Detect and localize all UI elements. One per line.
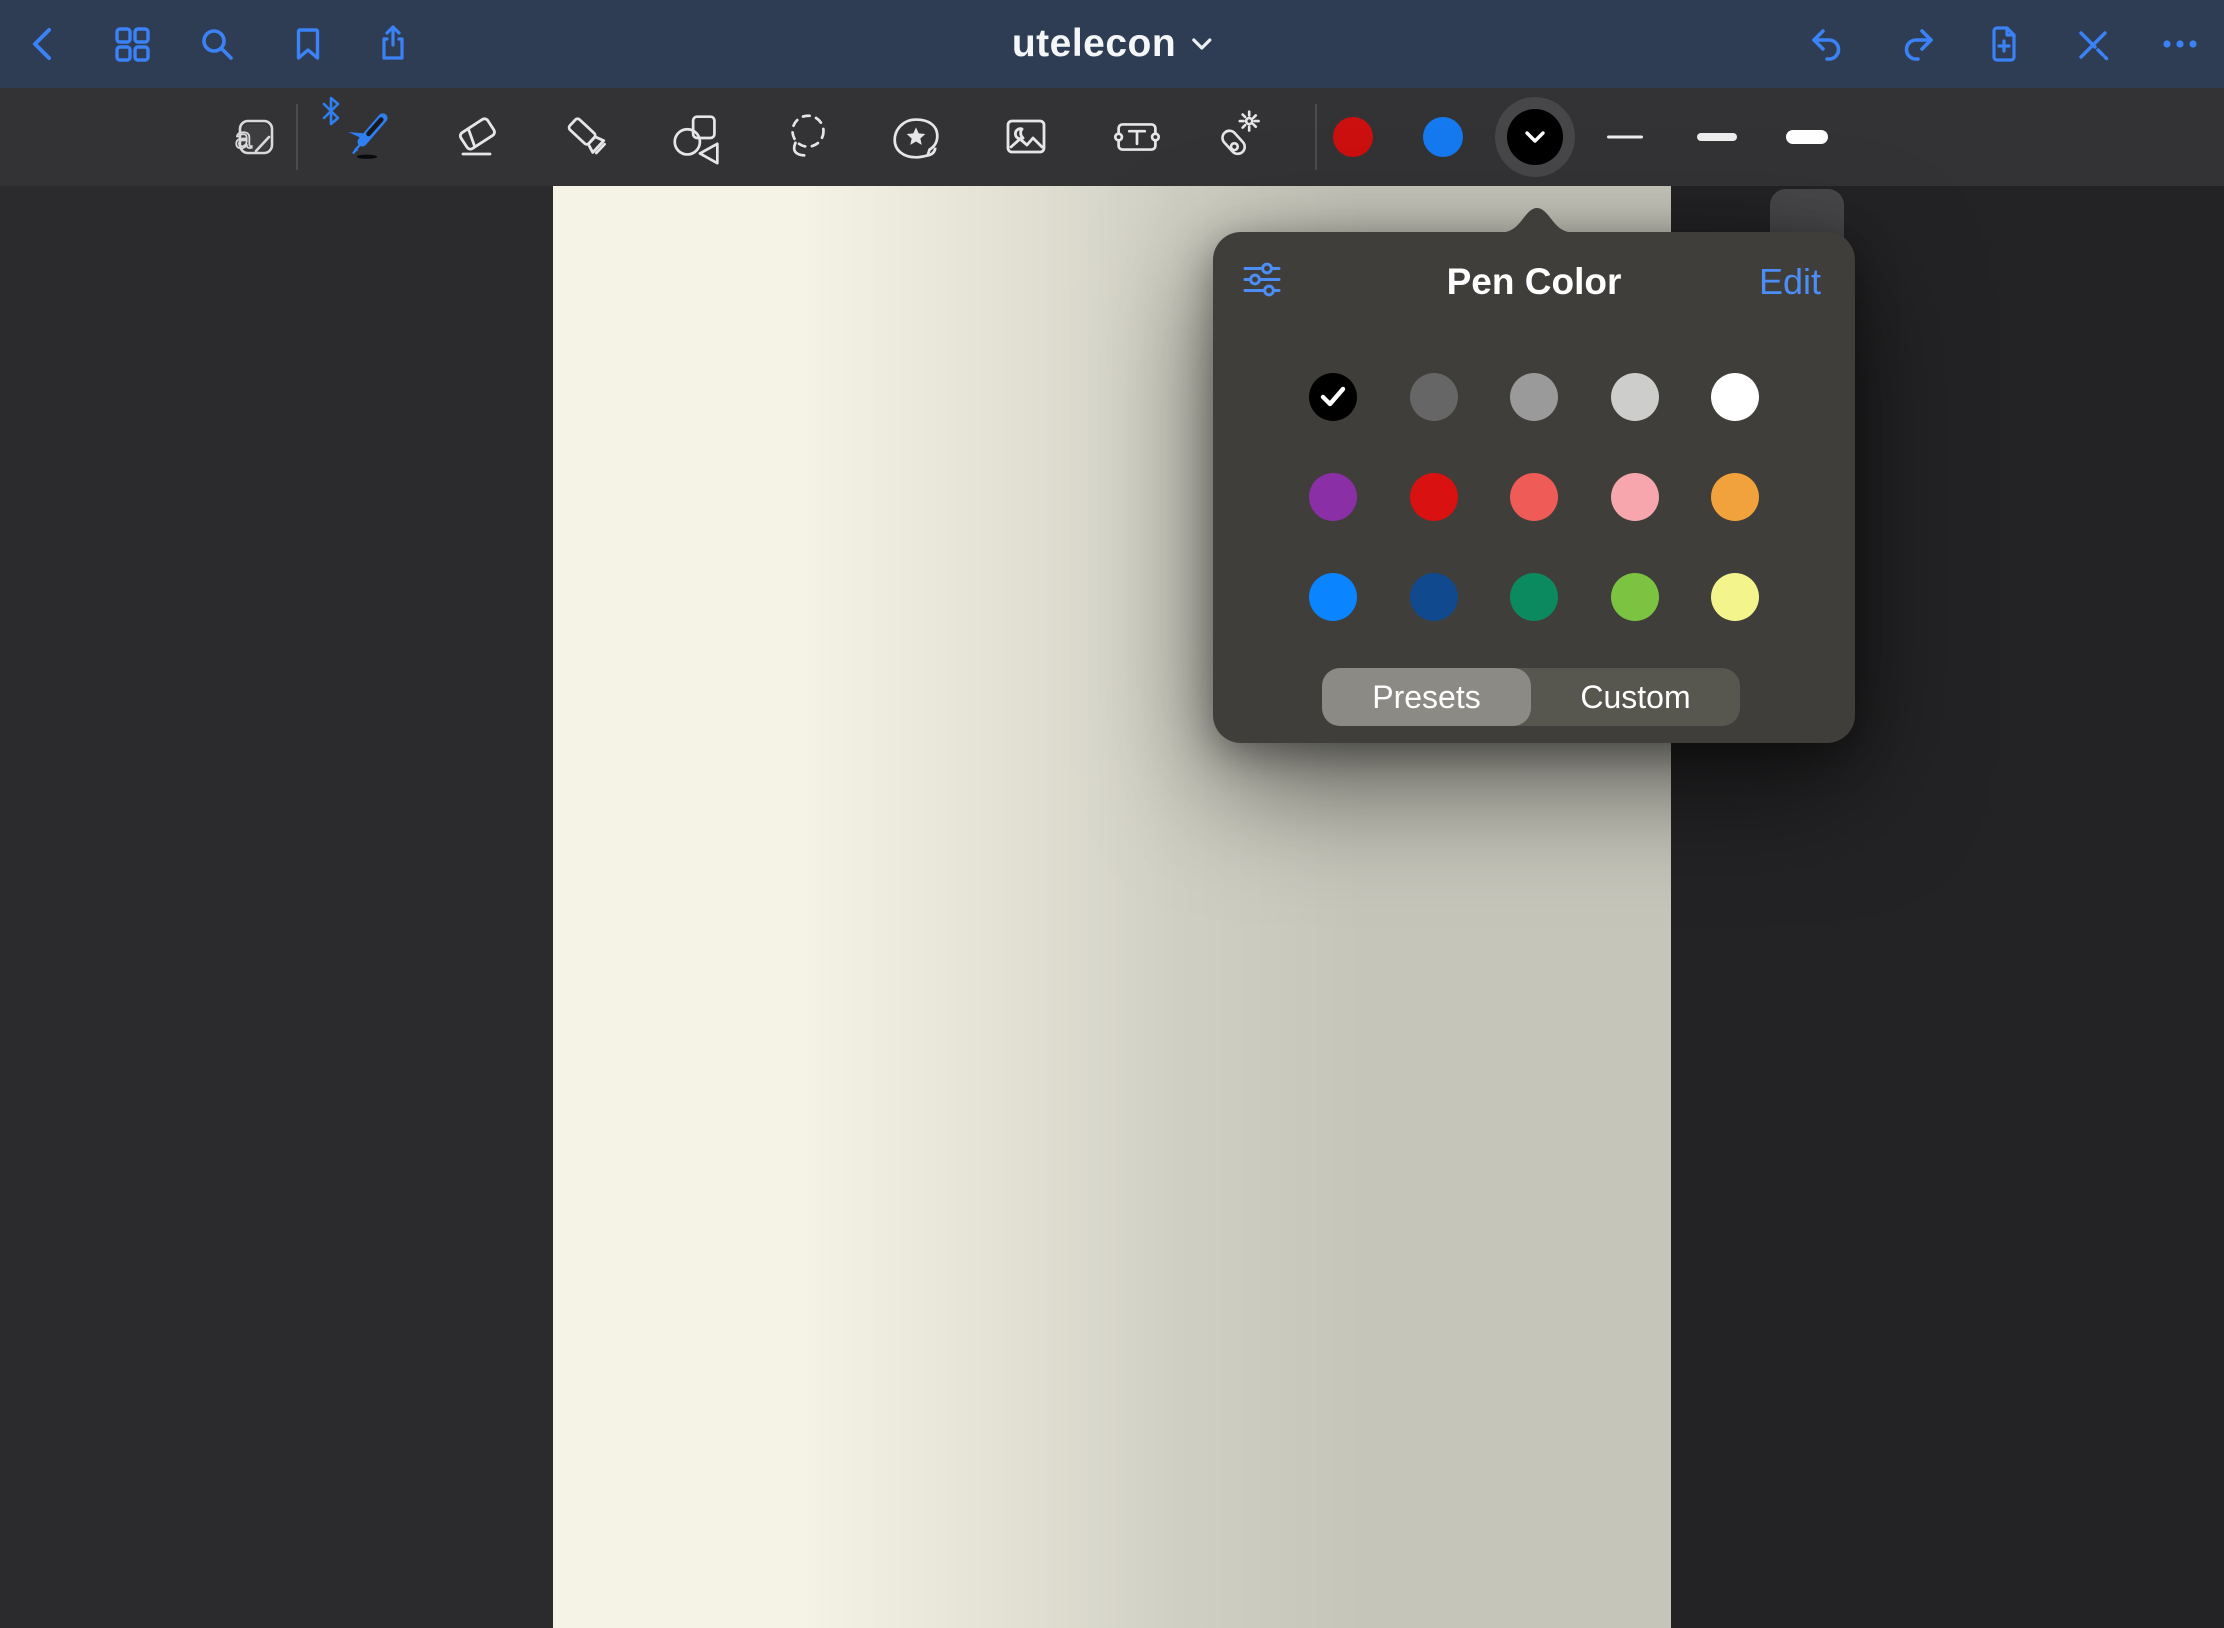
svg-text:a: a [235, 122, 252, 155]
color-swatch-green[interactable] [1611, 573, 1659, 621]
image-tool[interactable] [996, 107, 1056, 167]
pen-settings-sliders-icon[interactable] [1243, 262, 1281, 303]
color-swatch-navy[interactable] [1410, 573, 1458, 621]
zoom-window-tool[interactable]: a [225, 107, 285, 167]
popover-arrow [1497, 207, 1577, 233]
stroke-thin-button[interactable] [1607, 136, 1643, 139]
color-swatch-blue[interactable] [1309, 573, 1357, 621]
check-icon [1320, 386, 1346, 408]
stroke-thick-button[interactable] [1786, 130, 1828, 144]
pointer-tool[interactable] [1207, 107, 1267, 167]
top-navigation-bar: utelecon [0, 0, 2224, 88]
canvas-area [0, 186, 2224, 1628]
stylus-mode-icon[interactable] [2069, 21, 2115, 67]
stroke-medium-button[interactable] [1697, 133, 1737, 141]
toolbar-separator [296, 104, 298, 170]
color-swatch-purple[interactable] [1309, 473, 1357, 521]
quick-color-black [1507, 109, 1563, 165]
pen-tool[interactable] [337, 107, 397, 167]
color-swatch-red[interactable] [1410, 473, 1458, 521]
chevron-down-icon [1524, 130, 1546, 144]
document-title[interactable]: utelecon [1012, 22, 1212, 66]
color-swatch-teal[interactable] [1510, 573, 1558, 621]
bookmark-icon[interactable] [285, 21, 331, 67]
quick-color-black-selected[interactable] [1495, 97, 1575, 177]
back-icon[interactable] [21, 21, 67, 67]
document-title-label: utelecon [1012, 22, 1176, 66]
color-swatch-pink[interactable] [1611, 473, 1659, 521]
text-tool[interactable] [1107, 107, 1167, 167]
edit-button[interactable]: Edit [1759, 261, 1821, 303]
color-swatch-white[interactable] [1711, 373, 1759, 421]
presets-custom-segmented-control: Presets Custom [1322, 668, 1740, 726]
search-icon[interactable] [194, 21, 240, 67]
chevron-down-icon [1192, 38, 1212, 51]
color-swatch-coral[interactable] [1510, 473, 1558, 521]
lasso-tool[interactable] [778, 107, 838, 167]
color-swatch-light-gray[interactable] [1611, 373, 1659, 421]
popover-title: Pen Color [1447, 261, 1622, 303]
redo-icon[interactable] [1894, 21, 1940, 67]
tab-custom[interactable]: Custom [1531, 668, 1740, 726]
swatch-row-1 [1309, 373, 1759, 421]
undo-icon[interactable] [1805, 21, 1851, 67]
swatch-row-2 [1309, 473, 1759, 521]
bluetooth-icon [319, 95, 343, 127]
elements-tool[interactable] [886, 107, 946, 167]
share-icon[interactable] [370, 21, 416, 67]
color-swatch-dark-gray[interactable] [1410, 373, 1458, 421]
add-page-icon[interactable] [1981, 21, 2027, 67]
swatch-row-3 [1309, 573, 1759, 621]
eraser-tool[interactable] [448, 107, 508, 167]
color-swatch-orange[interactable] [1711, 473, 1759, 521]
drawing-toolbar: a [0, 88, 2224, 186]
app-screen: utelecon a [0, 0, 2224, 1628]
highlighter-tool[interactable] [558, 107, 618, 167]
pen-color-popover: Pen Color Edit Presets [1213, 232, 1855, 743]
color-swatch-black-selected[interactable] [1309, 373, 1357, 421]
color-swatch-gray[interactable] [1510, 373, 1558, 421]
tab-presets[interactable]: Presets [1322, 668, 1531, 726]
grid-icon[interactable] [109, 21, 155, 67]
more-icon[interactable] [2157, 21, 2203, 67]
color-swatch-yellow[interactable] [1711, 573, 1759, 621]
quick-color-red[interactable] [1333, 117, 1373, 157]
toolbar-separator [1315, 104, 1317, 170]
quick-color-blue[interactable] [1423, 117, 1463, 157]
popover-header: Pen Color Edit [1213, 232, 1855, 332]
shapes-tool[interactable] [667, 107, 727, 167]
